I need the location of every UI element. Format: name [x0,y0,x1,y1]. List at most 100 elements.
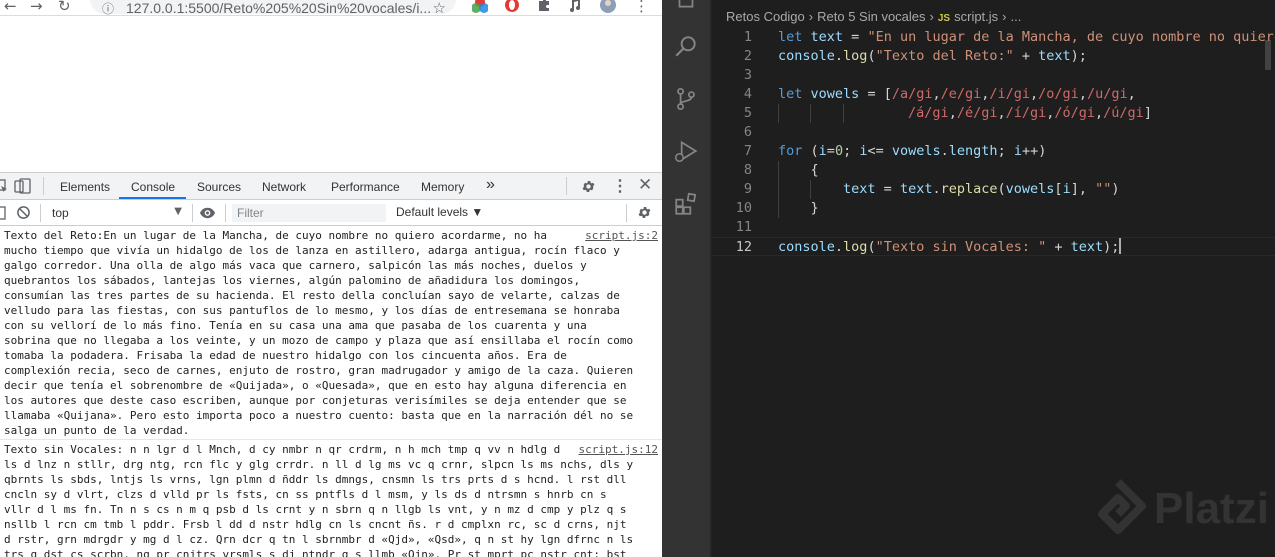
code-line[interactable]: 6 [712,123,1275,142]
code-line[interactable]: 7 for (i=0; i<= vowels.length; i++) [712,142,1275,161]
opera-extension-icon[interactable] [504,0,520,13]
inspect-element-icon[interactable] [0,179,8,193]
code-line[interactable]: 8 { [712,161,1275,180]
source-control-icon[interactable] [673,86,699,112]
editor-area: Retos Codigo › Reto 5 Sin vocales › JS script… [712,0,1275,557]
color-extension-icon[interactable] [472,0,488,13]
devtools-panel: Elements Console Sources Network Perform… [0,172,662,557]
code-token: ) [1111,181,1120,197]
code-token: ; [997,143,1014,159]
device-toolbar-icon[interactable] [14,178,32,194]
sidebar-toggle-icon[interactable] [0,206,6,220]
code-token: . [834,239,844,255]
line-code: let vowels = [/a/gi,/e/gi,/i/gi,/o/gi,/u… [778,85,1136,104]
code-editor[interactable]: 1 let text = "En un lugar de la Mancha, d… [712,28,1275,256]
profile-avatar[interactable] [597,0,619,13]
breadcrumb-item[interactable]: script.js [954,9,998,24]
code-token: "Texto sin Vocales: " [875,239,1047,255]
tab-network[interactable]: Network [262,180,306,194]
message-source-link[interactable]: script.js:2 [585,228,658,243]
code-token: ], [1070,181,1096,197]
reload-icon[interactable]: ↻ [58,0,71,15]
code-token: text [1038,48,1071,64]
browser-toolbar: ← → ↻ ⓘ 127.0.0.1:5500/Reto%205%20Sin%20… [0,0,662,17]
console-filter-input[interactable] [232,204,386,222]
forward-icon[interactable]: → [30,0,43,15]
code-line[interactable]: 11 [712,218,1275,237]
line-number: 4 [743,86,752,102]
extensions-puzzle-icon[interactable] [536,0,552,13]
code-token: ] [1143,105,1152,121]
context-value: top [52,206,69,220]
code-line[interactable]: 9 text = text.replace(vowels[i], "") [712,180,1275,199]
devtools-menu-icon[interactable]: ⋮ [612,176,628,196]
tab-console[interactable]: Console [131,180,175,194]
message-source-link[interactable]: script.js:12 [579,442,658,457]
vertical-scrollbar[interactable] [1265,40,1271,70]
breadcrumb-item[interactable]: Reto 5 Sin vocales [817,9,925,24]
divider [43,177,44,195]
divider [225,204,226,222]
divider [626,204,627,222]
back-icon[interactable]: ← [4,0,17,15]
code-token: /o/gi [1038,86,1079,102]
search-icon[interactable] [673,33,699,59]
tab-sources[interactable]: Sources [197,180,241,194]
code-token: = [843,29,868,45]
code-token: /é/gi [956,105,998,121]
log-levels-dropdown[interactable]: Default levels ▼ [396,205,483,219]
activity-bar [662,0,710,557]
chevron-down-icon: ▼ [174,206,182,217]
code-token: vowels [1005,181,1055,197]
code-token: ); [1070,48,1087,64]
clear-console-icon[interactable] [16,205,31,220]
run-debug-icon[interactable] [673,138,699,164]
tab-performance[interactable]: Performance [331,180,400,194]
code-token: ; [843,143,860,159]
code-line[interactable]: 4 let vowels = [/a/gi,/e/gi,/i/gi,/o/gi,/… [712,85,1275,104]
code-line[interactable]: 2 console.log("Texto del Reto:" + text); [712,47,1275,66]
context-selector[interactable]: top ▼ [46,204,188,222]
line-code: { [778,161,819,180]
explorer-files-icon[interactable] [673,0,699,12]
code-token: , [1030,86,1039,102]
chrome-menu-icon[interactable]: ⋮ [634,0,649,15]
tab-memory[interactable]: Memory [421,180,464,194]
divider [40,204,41,222]
devtools-tabbar: Elements Console Sources Network Perform… [0,173,662,200]
platzi-logo-icon [1098,479,1146,534]
address-bar[interactable]: ⓘ 127.0.0.1:5500/Reto%205%20Sin%20vocale… [90,0,456,17]
settings-gear-icon[interactable] [581,179,596,194]
breadcrumb-item[interactable]: Retos Codigo [726,9,805,24]
code-token: "" [1095,181,1112,197]
code-line[interactable]: 10 } [712,199,1275,218]
code-token: 0 [834,143,844,159]
browser-window: ← → ↻ ⓘ 127.0.0.1:5500/Reto%205%20Sin%20… [0,0,662,557]
line-code: } [778,199,819,218]
code-token: text [1070,239,1104,255]
url-text[interactable]: 127.0.0.1:5500/Reto%205%20Sin%20vocales/… [126,0,431,16]
bookmark-star-icon[interactable]: ☆ [433,0,446,17]
code-token: , [948,105,957,121]
live-expression-eye-icon[interactable] [199,207,216,219]
code-token: log [843,239,868,255]
code-line[interactable]: 1 let text = "En un lugar de la Mancha, d… [712,28,1275,47]
extensions-icon[interactable] [673,191,699,217]
tab-elements[interactable]: Elements [60,180,110,194]
console-settings-gear-icon[interactable] [637,205,652,220]
breadcrumb-item[interactable]: ... [1011,9,1022,24]
code-line[interactable]: 12 console.log("Texto sin Vocales: " + te… [712,237,1275,256]
code-line[interactable]: 3 [712,66,1275,85]
active-tab-indicator [119,197,186,199]
code-token: i [1062,181,1071,197]
code-token: , [997,105,1006,121]
code-line[interactable]: 5 /á/gi,/é/gi,/í/gi,/ó/gi,/ú/gi] [712,104,1275,123]
code-token: = [ [859,86,892,102]
close-devtools-icon[interactable]: ✕ [638,175,652,195]
more-tabs-button[interactable]: » [486,176,495,194]
info-icon[interactable]: ⓘ [102,0,114,17]
code-token: . [932,181,941,197]
line-code: /á/gi,/é/gi,/í/gi,/ó/gi,/ú/gi] [778,104,1152,123]
music-icon[interactable] [566,0,582,13]
line-code: console.log("Texto sin Vocales: " + text… [778,238,1122,257]
